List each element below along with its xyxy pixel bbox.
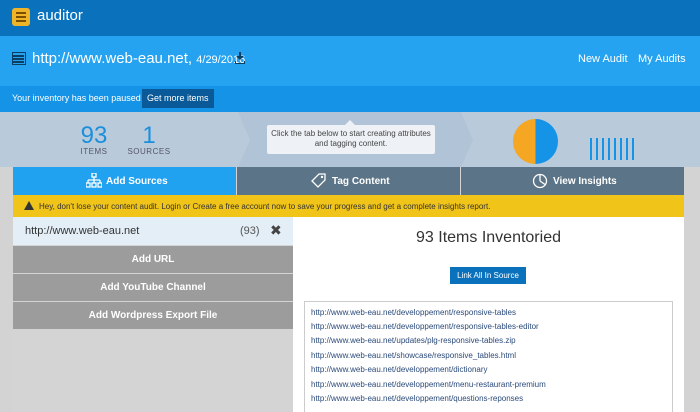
auditor-logo-icon[interactable]	[12, 8, 30, 26]
chart-pie-icon	[532, 173, 548, 189]
tab-view-insights-label: View Insights	[553, 176, 617, 187]
items-count: 93	[80, 122, 108, 149]
source-count: (93)	[240, 225, 260, 237]
sources-count: 1	[142, 122, 156, 149]
add-youtube-channel-button[interactable]: Add YouTube Channel	[13, 274, 293, 301]
main-tabs: Add Sources Tag Content View Insights	[13, 167, 684, 195]
pie-chart-icon	[513, 119, 558, 164]
inventory-panel: 93 Items Inventoried Link All In Source …	[293, 217, 684, 412]
tab-add-sources-label: Add Sources	[106, 176, 168, 187]
tab-hint-tooltip: Click the tab below to start creating at…	[267, 120, 435, 154]
stats-panel: 93 ITEMS 1 SOURCES Click the tab below t…	[0, 112, 700, 167]
tab-add-sources[interactable]: Add Sources	[13, 167, 236, 195]
top-bar: auditor	[0, 0, 700, 36]
tag-icon	[311, 173, 326, 188]
list-item[interactable]: http://www.web-eau.net/developpement/res…	[311, 322, 539, 331]
export-icon[interactable]	[235, 52, 245, 64]
list-icon	[12, 52, 26, 65]
sources-label: SOURCES	[127, 147, 171, 156]
my-audits-link[interactable]: My Audits	[638, 53, 686, 65]
sources-panel: http://www.web-eau.net (93) ✖ Add URL Ad…	[13, 217, 293, 412]
audit-title: http://www.web-eau.net, 4/29/2016	[32, 50, 245, 67]
warning-text[interactable]: Hey, don't lose your content audit. Logi…	[39, 202, 490, 211]
list-item[interactable]: http://www.web-eau.net/developpement/res…	[311, 308, 516, 317]
add-url-button[interactable]: Add URL	[13, 246, 293, 273]
close-icon[interactable]: ✖	[270, 222, 282, 239]
tab-tag-content-label: Tag Content	[332, 176, 390, 187]
sitemap-icon	[86, 173, 102, 188]
get-more-items-button[interactable]: Get more items	[142, 89, 214, 108]
list-item[interactable]: http://www.web-eau.net/showcase/responsi…	[311, 351, 516, 360]
inventory-url-list[interactable]: http://www.web-eau.net/developpement/res…	[304, 301, 673, 412]
list-item[interactable]: http://www.web-eau.net/developpement/dic…	[311, 365, 488, 374]
list-item[interactable]: http://www.web-eau.net/updates/plg-respo…	[311, 336, 516, 345]
warning-icon	[24, 201, 34, 210]
notice-text: Your inventory has been paused	[12, 93, 141, 103]
app-name[interactable]: auditor	[37, 7, 83, 24]
new-audit-link[interactable]: New Audit	[578, 53, 628, 65]
inventory-notice: Your inventory has been paused Get more …	[0, 86, 700, 112]
tab-view-insights[interactable]: View Insights	[461, 167, 684, 195]
link-all-in-source-button[interactable]: Link All In Source	[450, 267, 526, 284]
source-url: http://www.web-eau.net	[25, 225, 140, 237]
audit-url: http://www.web-eau.net,	[32, 50, 193, 67]
list-item[interactable]: http://www.web-eau.net/developpement/men…	[311, 380, 546, 389]
add-wordpress-export-button[interactable]: Add Wordpress Export File	[13, 302, 293, 329]
inventory-title: 93 Items Inventoried	[416, 229, 561, 246]
source-item[interactable]: http://www.web-eau.net (93) ✖	[13, 217, 293, 245]
save-warning-banner: Hey, don't lose your content audit. Logi…	[13, 195, 684, 217]
tab-tag-content[interactable]: Tag Content	[237, 167, 460, 195]
items-label: ITEMS	[80, 147, 108, 156]
list-item[interactable]: http://www.web-eau.net/developpement/que…	[311, 394, 523, 403]
audit-header: http://www.web-eau.net, 4/29/2016 New Au…	[0, 36, 700, 86]
